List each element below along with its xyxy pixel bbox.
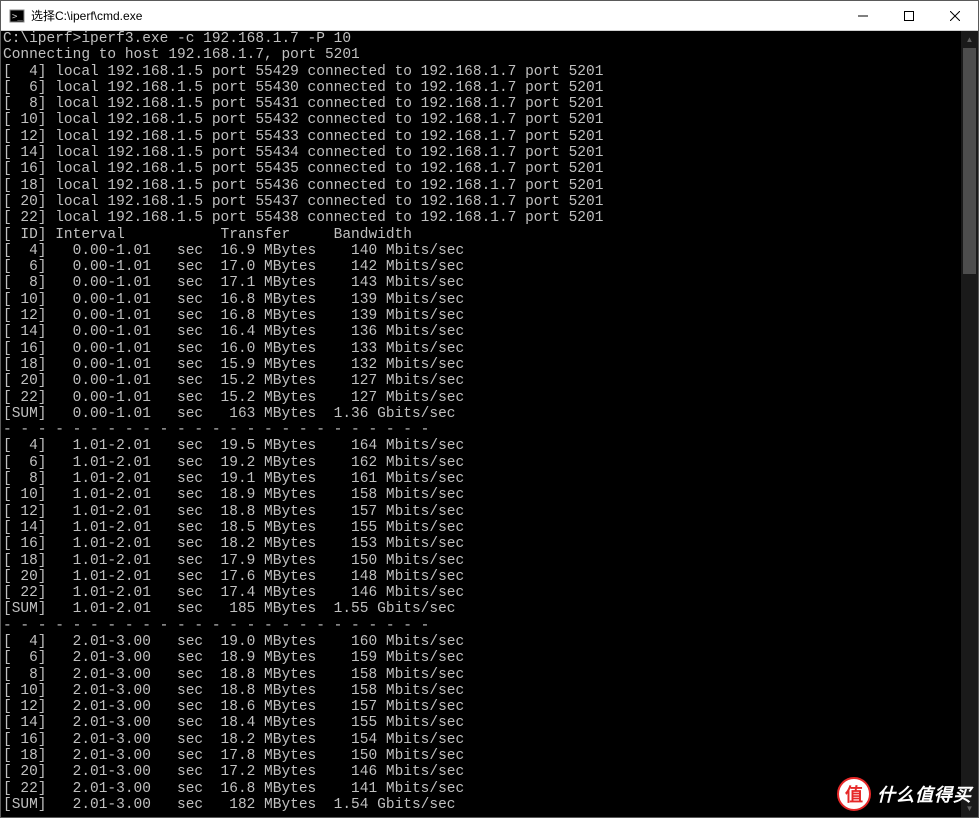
svg-text:>_: >_ (12, 12, 23, 22)
console-viewport: C:\iperf>iperf3.exe -c 192.168.1.7 -P 10… (1, 31, 961, 817)
minimize-button[interactable] (840, 1, 886, 31)
vertical-scrollbar[interactable]: ▲ ▼ (961, 31, 978, 817)
maximize-button[interactable] (886, 1, 932, 31)
close-button[interactable] (932, 1, 978, 31)
window-title: 选择C:\iperf\cmd.exe (31, 7, 840, 24)
scroll-up-arrow-icon[interactable]: ▲ (961, 31, 978, 48)
terminal-output: C:\iperf>iperf3.exe -c 192.168.1.7 -P 10… (3, 31, 961, 817)
window-controls (840, 1, 978, 31)
console-area[interactable]: C:\iperf>iperf3.exe -c 192.168.1.7 -P 10… (1, 31, 978, 817)
watermark: 值 什么值得买 (837, 777, 972, 811)
scroll-thumb[interactable] (963, 48, 976, 274)
titlebar[interactable]: >_ 选择C:\iperf\cmd.exe (1, 1, 978, 31)
watermark-badge-icon: 值 (837, 777, 871, 811)
app-window: >_ 选择C:\iperf\cmd.exe C:\iperf>iperf3.ex… (0, 0, 979, 818)
cmd-icon: >_ (9, 8, 25, 24)
scroll-track[interactable] (961, 48, 978, 800)
watermark-text: 什么值得买 (877, 781, 972, 807)
